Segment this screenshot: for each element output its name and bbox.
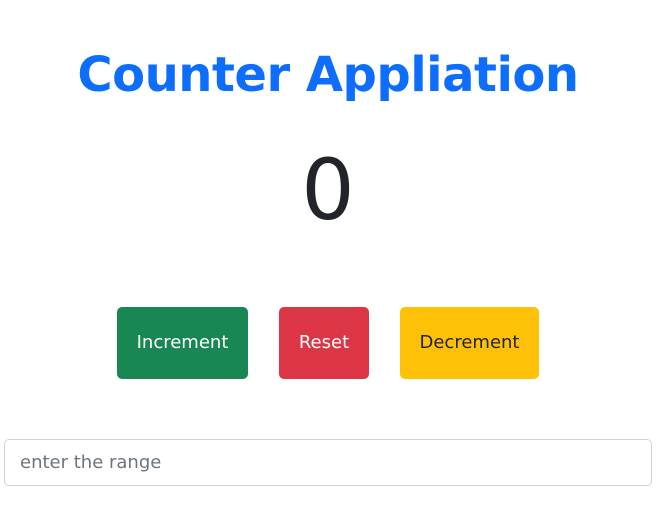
range-input[interactable]	[4, 439, 652, 486]
reset-button[interactable]: Reset	[279, 307, 369, 379]
decrement-button[interactable]: Decrement	[400, 307, 539, 379]
increment-button[interactable]: Increment	[117, 307, 248, 379]
counter-app: Counter Appliation 0 Increment Reset Dec…	[0, 0, 668, 505]
page-title: Counter Appliation	[77, 47, 579, 103]
counter-value: 0	[301, 141, 355, 239]
